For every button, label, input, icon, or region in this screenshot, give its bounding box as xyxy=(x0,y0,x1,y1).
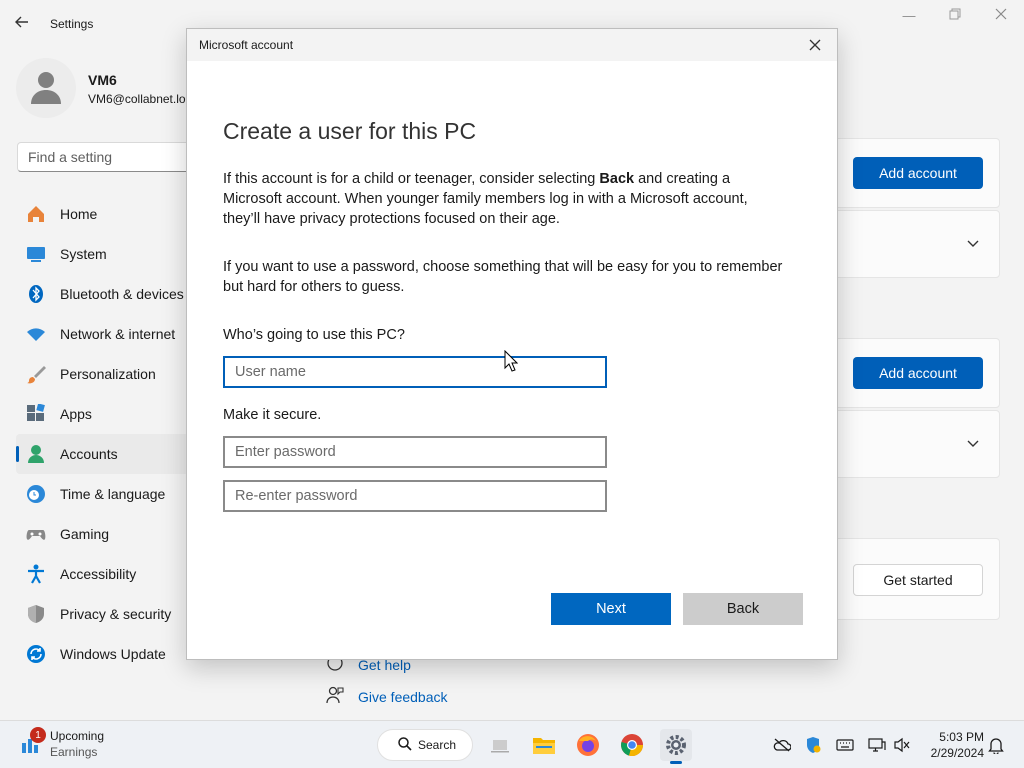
nav-label: Accounts xyxy=(60,446,118,462)
active-app-indicator xyxy=(670,761,682,764)
find-setting-placeholder: Find a setting xyxy=(28,149,113,165)
network-monitor-icon[interactable] xyxy=(867,735,887,755)
nav-item-apps[interactable]: Apps xyxy=(16,394,196,434)
nav-label: Privacy & security xyxy=(60,606,172,622)
p1-bold-back: Back xyxy=(599,171,635,187)
restore-icon[interactable] xyxy=(940,8,970,28)
back-arrow-icon[interactable] xyxy=(14,14,34,34)
apps-icon xyxy=(26,404,46,424)
nav-label: Time & language xyxy=(60,486,166,502)
who-label: Who’s going to use this PC? xyxy=(223,327,405,343)
minimize-icon[interactable]: — xyxy=(894,8,924,28)
nav-label: System xyxy=(60,246,107,262)
chevron-down-icon[interactable] xyxy=(967,235,979,251)
settings-app-icon[interactable] xyxy=(660,729,692,764)
mouse-cursor-icon xyxy=(504,349,519,377)
clock-date: 2/29/2024 xyxy=(930,746,984,760)
add-account-button[interactable]: Add account xyxy=(853,357,983,389)
clock-time: 5:03 PM xyxy=(939,730,984,744)
taskbar-search[interactable]: Search xyxy=(377,729,473,761)
username-input[interactable] xyxy=(223,356,607,388)
update-icon xyxy=(26,644,46,664)
password-info-paragraph: If you want to use a password, choose so… xyxy=(223,259,783,295)
nav-label: Home xyxy=(60,206,98,222)
notification-badge: 1 xyxy=(30,727,46,743)
nav-item-windows-update[interactable]: Windows Update xyxy=(16,634,196,674)
nav-item-accessibility[interactable]: Accessibility xyxy=(16,554,196,594)
bluetooth-icon xyxy=(26,284,46,304)
child-info-paragraph: If this account is for a child or teenag… xyxy=(223,169,783,229)
app-title: Settings xyxy=(50,17,94,31)
nav-item-gaming[interactable]: Gaming xyxy=(16,514,196,554)
taskbar: 1 Upcoming Earnings Search 5:03 PM 2/29/… xyxy=(0,720,1024,768)
nav-item-personalization[interactable]: Personalization xyxy=(16,354,196,394)
brush-icon xyxy=(26,364,46,384)
find-setting-input[interactable]: Find a setting xyxy=(17,142,197,172)
system-clock[interactable]: 5:03 PM 2/29/2024 xyxy=(922,729,984,761)
dialog-title: Microsoft account xyxy=(199,38,294,52)
reenter-password-input[interactable] xyxy=(223,480,607,512)
nav-label: Windows Update xyxy=(60,646,166,662)
give-feedback-label: Give feedback xyxy=(358,688,448,705)
nav-item-home[interactable]: Home xyxy=(16,194,196,234)
widget-subtitle: Earnings xyxy=(50,745,98,759)
p1-text-before: If this account is for a child or teenag… xyxy=(223,171,600,187)
volume-muted-icon[interactable] xyxy=(892,735,912,755)
profile-name: VM6 xyxy=(88,72,117,88)
dialog-heading: Create a user for this PC xyxy=(223,118,477,144)
dialog-titlebar: Microsoft account xyxy=(187,29,837,61)
nav-item-privacy[interactable]: Privacy & security xyxy=(16,594,196,634)
nav-item-network[interactable]: Network & internet xyxy=(16,314,196,354)
chevron-down-icon[interactable] xyxy=(967,435,979,451)
security-shield-icon[interactable] xyxy=(803,735,823,755)
dialog-close-icon[interactable] xyxy=(805,35,825,55)
nav-item-system[interactable]: System xyxy=(16,234,196,274)
chrome-icon[interactable] xyxy=(616,729,648,761)
gamepad-icon xyxy=(26,524,46,544)
firefox-icon[interactable] xyxy=(572,729,604,761)
nav-label: Apps xyxy=(60,406,92,422)
nav-label: Network & internet xyxy=(60,326,176,342)
close-window-icon[interactable] xyxy=(986,8,1016,28)
settings-nav: Home System Bluetooth & devices Network … xyxy=(16,194,196,674)
onedrive-off-icon[interactable] xyxy=(772,735,792,755)
wifi-icon xyxy=(26,324,46,344)
give-feedback-link[interactable]: Give feedback xyxy=(326,686,448,707)
nav-label: Personalization xyxy=(60,366,156,382)
search-label: Search xyxy=(418,738,457,752)
avatar xyxy=(16,58,76,118)
shield-icon xyxy=(26,604,46,624)
password-input[interactable] xyxy=(223,436,607,468)
profile-email: VM6@collabnet.lo xyxy=(88,92,186,106)
microsoft-account-dialog: Microsoft account Create a user for this… xyxy=(186,28,838,660)
nav-label: Bluetooth & devices xyxy=(60,286,184,302)
secure-label: Make it secure. xyxy=(223,407,322,423)
get-started-button[interactable]: Get started xyxy=(853,564,983,596)
feedback-icon xyxy=(326,686,346,707)
nav-item-time-language[interactable]: Time & language xyxy=(16,474,196,514)
add-account-button[interactable]: Add account xyxy=(853,157,983,189)
accessibility-icon xyxy=(26,564,46,584)
file-explorer-icon[interactable] xyxy=(528,729,560,761)
home-icon xyxy=(26,204,46,224)
keyboard-icon[interactable] xyxy=(835,735,855,755)
nav-label: Gaming xyxy=(60,526,110,542)
nav-label: Accessibility xyxy=(60,566,137,582)
widget-title: Upcoming xyxy=(50,729,105,743)
nav-item-bluetooth[interactable]: Bluetooth & devices xyxy=(16,274,196,314)
notification-bell-icon[interactable] xyxy=(986,735,1006,755)
monitor-icon xyxy=(26,244,46,264)
nav-item-accounts[interactable]: Accounts xyxy=(16,434,196,474)
globe-clock-icon xyxy=(26,484,46,504)
task-view-icon[interactable] xyxy=(484,729,516,761)
back-button[interactable]: Back xyxy=(683,593,803,625)
next-button[interactable]: Next xyxy=(551,593,671,625)
accounts-icon xyxy=(26,444,46,464)
search-icon xyxy=(398,736,412,754)
